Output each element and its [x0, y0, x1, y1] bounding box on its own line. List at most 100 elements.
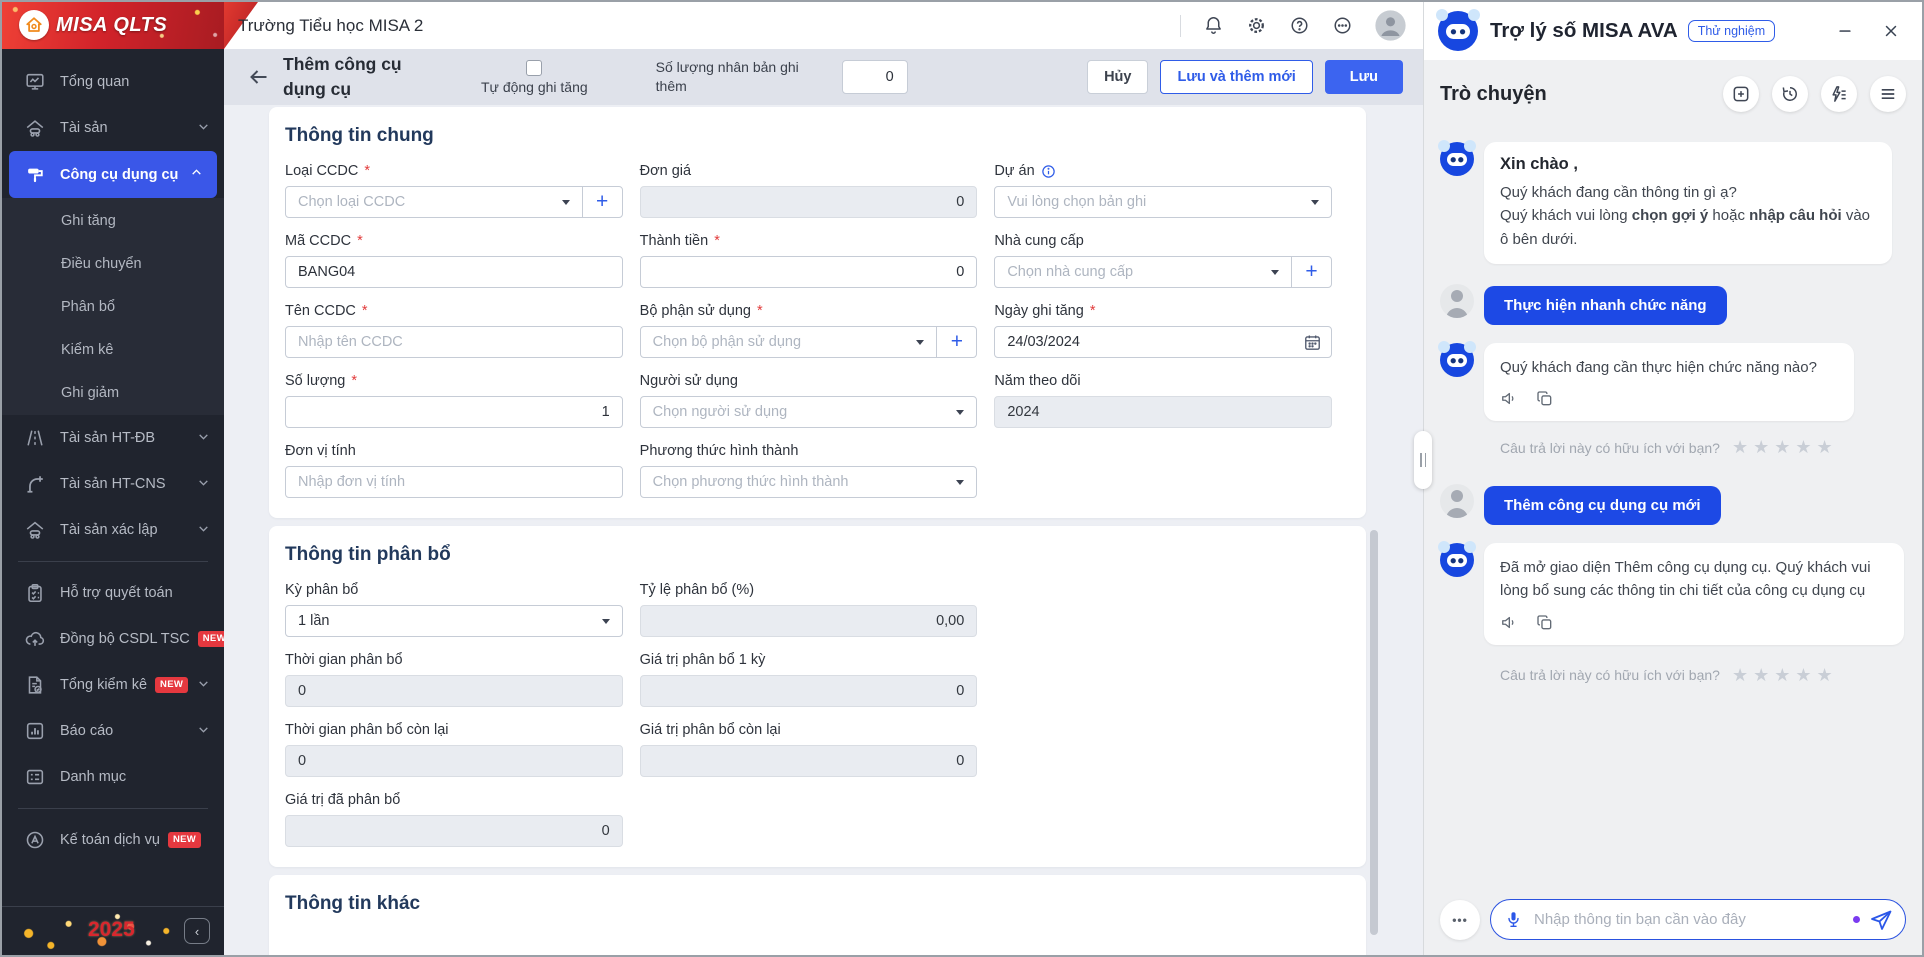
bot-message-bubble: Xin chào , Quý khách đang cần thông tin …: [1484, 142, 1892, 264]
du-an-select[interactable]: Vui lòng chọn bản ghi: [995, 194, 1331, 210]
sidebar-item-tong-quan[interactable]: Tổng quan: [2, 59, 224, 105]
general-info-card: Thông tin chung Loại CCDC* Chọn loại CCD…: [269, 107, 1366, 518]
more-actions-icon[interactable]: •••: [1440, 900, 1480, 940]
loai-ccdc-select[interactable]: Chọn loại CCDC: [286, 194, 582, 210]
star-icon[interactable]: ★: [1774, 665, 1790, 686]
ten-ccdc-input[interactable]: [285, 326, 623, 358]
chat-history-icon[interactable]: [1772, 76, 1808, 112]
star-icon[interactable]: ★: [1795, 437, 1811, 458]
add-loai-ccdc-button[interactable]: +: [582, 187, 622, 217]
submenu-item-dieu-chuyen[interactable]: Điều chuyển: [2, 242, 224, 285]
new-badge: NEW: [168, 832, 201, 848]
so-luong-input[interactable]: [285, 396, 623, 428]
submenu-item-label: Ghi tăng: [61, 213, 116, 229]
beta-badge: Thử nghiệm: [1688, 20, 1775, 42]
user-quick-action[interactable]: Thêm công cụ dụng cụ mới: [1484, 486, 1721, 525]
help-icon[interactable]: [1288, 15, 1310, 37]
star-icon[interactable]: ★: [1753, 665, 1769, 686]
sidebar-item-ho-tro-quyet-toan[interactable]: Hỗ trợ quyết toán: [2, 570, 224, 616]
back-arrow-icon[interactable]: [247, 64, 273, 90]
phuong-thuc-select[interactable]: Chọn phương thức hình thành: [641, 474, 977, 490]
sidebar-footer: 2025 ‹: [2, 906, 224, 955]
star-icon[interactable]: ★: [1732, 437, 1748, 458]
user-message-row: Thực hiện nhanh chức năng: [1440, 284, 1906, 325]
settings-gear-icon[interactable]: [1245, 15, 1267, 37]
user-quick-action[interactable]: Thực hiện nhanh chức năng: [1484, 286, 1727, 325]
sidebar-item-tai-san-ht-cns[interactable]: Tài sản HT-CNS: [2, 461, 224, 507]
more-options-icon[interactable]: [1331, 15, 1353, 37]
submenu-item-ghi-giam[interactable]: Ghi giảm: [2, 371, 224, 414]
bo-phan-su-dung-select[interactable]: Chọn bộ phận sử dụng: [641, 334, 937, 350]
copy-icon[interactable]: [1535, 389, 1554, 408]
sidebar-item-tai-san-ht-db[interactable]: Tài sản HT-ĐB: [2, 415, 224, 461]
ma-ccdc-input[interactable]: [285, 256, 623, 288]
misa-amis-logo-icon: [23, 828, 47, 852]
sidebar-item-ke-toan-dich-vu[interactable]: Kế toán dịch vụ NEW: [2, 817, 224, 863]
ngay-ghi-tang-date-input[interactable]: 24/03/2024: [995, 334, 1303, 350]
greeting-text: Quý khách đang cần thông tin gì ạ? Quý k…: [1500, 181, 1876, 251]
vertical-scrollbar[interactable]: [1370, 530, 1378, 935]
star-icon[interactable]: ★: [1774, 437, 1790, 458]
read-aloud-speaker-icon[interactable]: [1500, 613, 1519, 632]
star-icon[interactable]: ★: [1817, 665, 1833, 686]
don-vi-tinh-input[interactable]: [285, 466, 623, 498]
sidebar-item-bao-cao[interactable]: Báo cáo: [2, 708, 224, 754]
field-label: Giá trị phân bổ còn lại: [640, 722, 781, 738]
submenu-item-label: Phân bổ: [61, 299, 115, 315]
send-icon[interactable]: [1869, 908, 1893, 932]
thanh-tien-input[interactable]: [640, 256, 978, 288]
panel-resize-handle[interactable]: [1414, 431, 1432, 489]
submenu-item-ghi-tang[interactable]: Ghi tăng: [2, 199, 224, 242]
star-icon[interactable]: ★: [1817, 437, 1833, 458]
paint-roller-icon: [23, 163, 47, 187]
nguoi-su-dung-select[interactable]: Chọn người sử dụng: [641, 404, 977, 420]
microphone-icon[interactable]: [1504, 910, 1523, 929]
greeting-title: Xin chào ,: [1500, 155, 1876, 174]
sidebar-item-cong-cu-dung-cu[interactable]: Công cụ dụng cụ: [9, 151, 217, 198]
sidebar-item-tai-san[interactable]: Tài sản: [2, 105, 224, 151]
star-icon[interactable]: ★: [1753, 437, 1769, 458]
star-icon[interactable]: ★: [1732, 665, 1748, 686]
notifications-bell-icon[interactable]: [1202, 15, 1224, 37]
minimize-icon[interactable]: [1836, 22, 1854, 40]
new-badge: NEW: [198, 631, 224, 647]
sidebar-item-dong-bo-csdl-tsc[interactable]: Đồng bộ CSDL TSC NEW: [2, 616, 224, 662]
user-avatar[interactable]: [1374, 9, 1407, 42]
brand-banner: MISA QLTS: [2, 2, 224, 49]
gia-tri-da-phan-bo-input: [285, 815, 623, 847]
field-thoi-gian-phan-bo: Thời gian phân bổ: [285, 652, 623, 707]
quick-functions-icon[interactable]: [1821, 76, 1857, 112]
read-aloud-speaker-icon[interactable]: [1500, 389, 1519, 408]
other-info-card: Thông tin khác: [269, 875, 1366, 955]
sidebar-item-tai-san-xac-lap[interactable]: Tài sản xác lập: [2, 507, 224, 553]
submenu-item-kiem-ke[interactable]: Kiểm kê: [2, 328, 224, 371]
bot-message-text: Quý khách đang cần thực hiện chức năng n…: [1500, 356, 1838, 379]
new-chat-icon[interactable]: [1723, 76, 1759, 112]
copy-icon[interactable]: [1535, 613, 1554, 632]
clone-count-input[interactable]: [842, 60, 908, 94]
bot-message-row: Xin chào , Quý khách đang cần thông tin …: [1440, 142, 1906, 264]
ellipsis-icon: •••: [1452, 913, 1468, 927]
save-button[interactable]: Lưu: [1325, 60, 1403, 94]
nha-cung-cap-select[interactable]: Chọn nhà cung cấp: [995, 264, 1291, 280]
sidebar-item-danh-muc[interactable]: Danh mục: [2, 754, 224, 800]
star-icon[interactable]: ★: [1795, 665, 1811, 686]
cancel-button[interactable]: Hủy: [1087, 60, 1148, 94]
ky-phan-bo-select[interactable]: 1 lần: [286, 613, 622, 629]
menu-hamburger-icon[interactable]: [1870, 76, 1906, 112]
sidebar-item-tong-kiem-ke[interactable]: Tổng kiểm kê NEW: [2, 662, 224, 708]
sidebar-collapse-button[interactable]: ‹: [184, 918, 210, 944]
calendar-icon[interactable]: [1303, 333, 1322, 352]
add-bo-phan-button[interactable]: +: [936, 327, 976, 357]
auto-increase-checkbox[interactable]: [526, 60, 542, 76]
chat-message-input[interactable]: [1532, 910, 1844, 929]
info-icon[interactable]: [1041, 164, 1056, 179]
don-gia-input: [640, 186, 978, 218]
thoi-gian-phan-bo-con-lai-input: [285, 745, 623, 777]
submenu-item-phan-bo[interactable]: Phân bổ: [2, 285, 224, 328]
save-and-new-button[interactable]: Lưu và thêm mới: [1160, 60, 1312, 94]
field-nam-theo-doi: Năm theo dõi: [994, 373, 1332, 428]
close-icon[interactable]: [1882, 22, 1900, 40]
add-nha-cung-cap-button[interactable]: +: [1291, 257, 1331, 287]
required-mark: *: [1090, 303, 1096, 319]
